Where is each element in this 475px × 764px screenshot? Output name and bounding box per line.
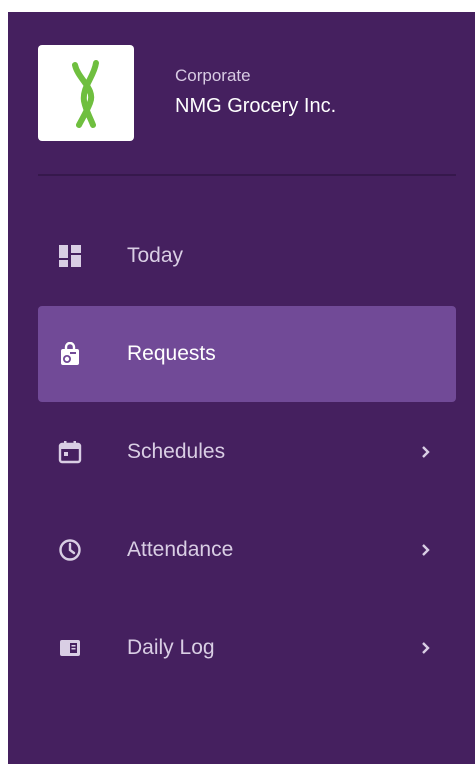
org-name: NMG Grocery Inc. bbox=[175, 95, 337, 117]
org-info: Corporate NMG Grocery Inc. bbox=[175, 65, 336, 119]
org-header: Corporate NMG Grocery Inc. bbox=[38, 45, 458, 145]
sidebar-nav: Today Requests Schedules Attendance Dail… bbox=[38, 208, 456, 698]
sidebar-item-label: Requests bbox=[127, 342, 216, 365]
sidebar-item-today[interactable]: Today bbox=[38, 208, 456, 304]
sidebar-item-schedules[interactable]: Schedules bbox=[38, 404, 456, 500]
calendar-icon bbox=[58, 440, 82, 464]
sidebar-item-attendance[interactable]: Attendance bbox=[38, 502, 456, 598]
sidebar: Corporate NMG Grocery Inc. Today Request… bbox=[8, 12, 475, 764]
sidebar-item-label: Today bbox=[127, 244, 184, 267]
sidebar-item-label: Attendance bbox=[127, 538, 234, 561]
request-bag-icon bbox=[58, 342, 82, 366]
chevron-right-icon[interactable] bbox=[420, 444, 432, 460]
sidebar-item-label: Daily Log bbox=[127, 636, 215, 659]
log-book-icon bbox=[58, 636, 82, 660]
clock-icon bbox=[58, 538, 82, 562]
divider bbox=[38, 174, 456, 176]
org-logo bbox=[38, 45, 134, 141]
org-type: Corporate bbox=[175, 66, 251, 85]
chevron-right-icon[interactable] bbox=[420, 542, 432, 558]
chevron-right-icon[interactable] bbox=[420, 640, 432, 656]
sidebar-item-requests[interactable]: Requests bbox=[38, 306, 456, 402]
logo-icon bbox=[72, 60, 99, 128]
dashboard-icon bbox=[58, 244, 82, 268]
sidebar-item-daily-log[interactable]: Daily Log bbox=[38, 600, 456, 696]
sidebar-item-label: Schedules bbox=[127, 440, 226, 463]
